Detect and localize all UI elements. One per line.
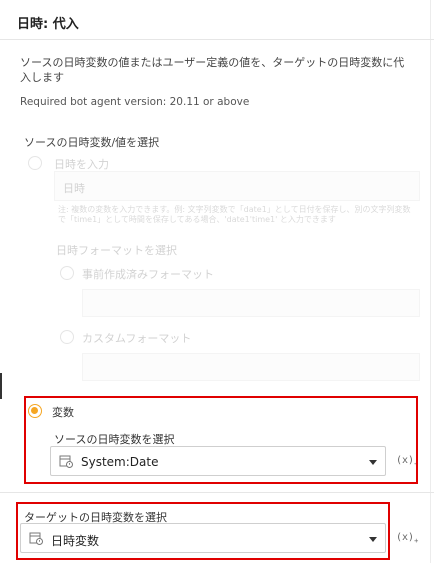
section-divider: [0, 492, 434, 493]
version-text: Required bot agent version: 20.11 or abo…: [20, 96, 250, 108]
focus-marker: [0, 373, 2, 399]
predefined-format-label: 事前作成済みフォーマット: [82, 268, 214, 281]
highlight-target-variable: [16, 502, 390, 560]
custom-format-input[interactable]: [82, 353, 420, 381]
datetime-input-placeholder: 日時: [63, 182, 85, 195]
predefined-format-select[interactable]: [82, 289, 420, 317]
page-title: 日時: 代入: [17, 17, 79, 32]
radio-enter-datetime[interactable]: [28, 156, 42, 170]
panel-header: 日時: 代入: [0, 0, 434, 40]
datetime-hint: 注: 複数の変数を入力できます。例: 文字列変数で「date1」として日付を保存…: [58, 205, 411, 224]
action-description: ソースの日時変数の値またはユーザー定義の値を、ターゲットの日時変数に代入します: [20, 56, 405, 84]
panel-edge: [430, 0, 431, 563]
radio-custom-format[interactable]: [60, 330, 74, 344]
highlight-source-variable: [24, 396, 418, 484]
insert-variable-icon[interactable]: (x)+: [396, 532, 418, 545]
datetime-input[interactable]: 日時: [54, 171, 420, 201]
action-panel: 日時: 代入 ソースの日時変数の値またはユーザー定義の値を、ターゲットの日時変数…: [0, 0, 434, 563]
enter-datetime-label: 日時を入力: [54, 158, 109, 171]
radio-predefined-format[interactable]: [60, 266, 74, 280]
source-section-label: ソースの日時変数/値を選択: [24, 136, 160, 149]
custom-format-label: カスタムフォーマット: [82, 332, 192, 345]
format-label: 日時フォーマットを選択: [56, 244, 177, 257]
